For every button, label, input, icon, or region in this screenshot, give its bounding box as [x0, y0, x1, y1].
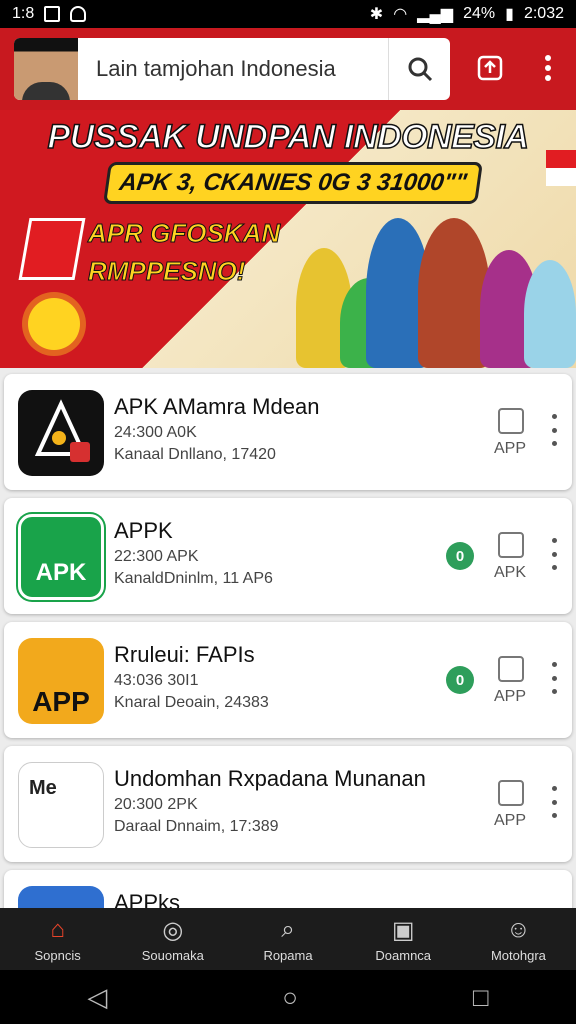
app-action-label[interactable]: APP	[484, 688, 536, 706]
download-icon	[44, 6, 61, 22]
app-toolbar: Lain tamjohan Indonesia	[0, 28, 576, 110]
app-title: APPks	[114, 890, 181, 908]
app-title: Undomhan Rxpadana Munanan	[114, 766, 426, 791]
item-more-button[interactable]	[544, 538, 564, 570]
app-meta: KanaldDninlm, 11 AP6	[114, 570, 273, 587]
battery-percent: 24%	[463, 5, 496, 22]
banner-sub-line1: APR GFOSKAN	[88, 218, 281, 249]
back-icon[interactable]: ◁	[87, 982, 107, 1013]
item-more-button[interactable]	[544, 414, 564, 446]
search-icon: ⌕	[281, 916, 295, 943]
list-item[interactable]: APP Rruleui: FAPIs 43:036 30I1 Knaral De…	[4, 622, 572, 738]
status-bar: 1:8 ✱ ◠ ▂▄▆ 24% ▮ 2:032	[0, 0, 576, 28]
sun-icon	[28, 298, 80, 350]
more-vert-icon	[545, 55, 551, 81]
app-title: Rruleui: FAPIs	[114, 642, 255, 667]
app-icon: APK	[18, 514, 104, 600]
nav-label: Sopncis	[34, 948, 81, 963]
search-button[interactable]	[388, 38, 450, 100]
app-size: 22:300 APK	[114, 548, 199, 565]
wifi-icon: ◠	[393, 6, 408, 23]
nav-label: Ropama	[263, 948, 313, 963]
list-item[interactable]: APPks	[4, 870, 572, 908]
banner-title: PUSSAK UNDPAN INDONESIA	[47, 117, 530, 157]
list-item[interactable]: APK AMamra Mdean 24:300 A0K Kanaal Dnlla…	[4, 374, 572, 490]
app-size: 24:300 A0K	[114, 424, 197, 441]
status-time-left: 1:8	[12, 5, 35, 22]
app-action-label[interactable]: APK	[484, 564, 536, 582]
overflow-menu-button[interactable]	[528, 48, 568, 88]
people-illustration	[290, 210, 576, 368]
bottom-navigation: ⌂ Sopncis ◎ Souomaka ⌕ Ropama ▣ Doamnca …	[0, 908, 576, 970]
app-action-icon[interactable]	[498, 780, 524, 806]
system-navigation: ◁ ○ □	[0, 970, 576, 1024]
nav-item-profile[interactable]: ☺ Motohgra	[461, 908, 576, 970]
app-logo-icon	[34, 399, 90, 462]
app-meta: Daraal Dnnaim, 17:389	[114, 818, 279, 835]
upload-icon	[477, 55, 503, 81]
app-title: APPK	[114, 518, 173, 543]
app-action-icon[interactable]	[498, 532, 524, 558]
nav-item-home[interactable]: ⌂ Sopncis	[0, 908, 115, 970]
nav-label: Doamnca	[375, 948, 432, 963]
profile-icon: ☺	[506, 916, 531, 943]
upload-button[interactable]	[470, 48, 510, 88]
app-action-icon[interactable]	[498, 656, 524, 682]
search-bar[interactable]: Lain tamjohan Indonesia	[14, 38, 450, 100]
nav-label: Souomaka	[141, 948, 204, 963]
battery-icon: ▮	[505, 6, 514, 23]
app-icon-text: APP	[32, 686, 90, 717]
nav-label: Motohgra	[490, 948, 546, 963]
search-icon	[408, 57, 432, 82]
shield-icon	[70, 6, 87, 22]
app-action-label[interactable]: APP	[484, 440, 536, 458]
app-size: 43:036 30I1	[114, 672, 199, 689]
banner-pill-text: APK 3, CKANIES 0G 3 31000""	[117, 169, 469, 196]
nav-item-search[interactable]: ⌕ Ropama	[230, 908, 345, 970]
signal-icon: ▂▄▆	[417, 6, 454, 23]
app-title: APK AMamra Mdean	[114, 394, 320, 419]
app-meta: Kanaal Dnllano, 17420	[114, 446, 276, 463]
search-input[interactable]: Lain tamjohan Indonesia	[96, 56, 388, 82]
app-icon	[18, 390, 104, 476]
status-badge: 0	[446, 666, 474, 694]
status-badge: 0	[446, 542, 474, 570]
banner-sub-line2: RMPPESNO!	[88, 256, 246, 287]
app-action-label[interactable]: APP	[484, 812, 536, 830]
bluetooth-icon: ✱	[369, 6, 384, 23]
recents-icon[interactable]: □	[473, 982, 489, 1013]
banner-logo-icon	[18, 218, 86, 280]
avatar[interactable]	[14, 38, 78, 100]
app-action-icon[interactable]	[498, 408, 524, 434]
app-list: APK AMamra Mdean 24:300 A0K Kanaal Dnlla…	[0, 370, 576, 908]
app-icon	[18, 886, 104, 908]
banner-subtitle: APR GFOSKAN RMPPESNO!	[88, 214, 318, 290]
list-item[interactable]: Me Undomhan Rxpadana Munanan 20:300 2PK …	[4, 746, 572, 862]
leaf-icon: ◎	[162, 916, 184, 944]
app-meta: Knaral Deoain, 24383	[114, 694, 269, 711]
bookmark-icon: ▣	[391, 916, 415, 944]
list-item[interactable]: APK APPK 22:300 APK KanaldDninlm, 11 AP6…	[4, 498, 572, 614]
status-clock: 2:032	[523, 5, 564, 22]
item-more-button[interactable]	[544, 662, 564, 694]
app-icon: Me	[18, 762, 104, 848]
home-icon: ⌂	[50, 916, 65, 943]
item-more-button[interactable]	[544, 786, 564, 818]
nav-item-downloads[interactable]: ▣ Doamnca	[346, 908, 461, 970]
app-icon-text: APK	[35, 559, 87, 586]
nav-item-explore[interactable]: ◎ Souomaka	[115, 908, 230, 970]
home-button-icon[interactable]: ○	[282, 982, 298, 1013]
app-icon-text: Me	[29, 777, 57, 799]
app-size: 20:300 2PK	[114, 796, 198, 813]
app-icon: APP	[18, 638, 104, 724]
promo-banner[interactable]: PUSSAK UNDPAN INDONESIA APK 3, CKANIES 0…	[0, 110, 576, 368]
banner-pill: APK 3, CKANIES 0G 3 31000""	[103, 162, 483, 204]
